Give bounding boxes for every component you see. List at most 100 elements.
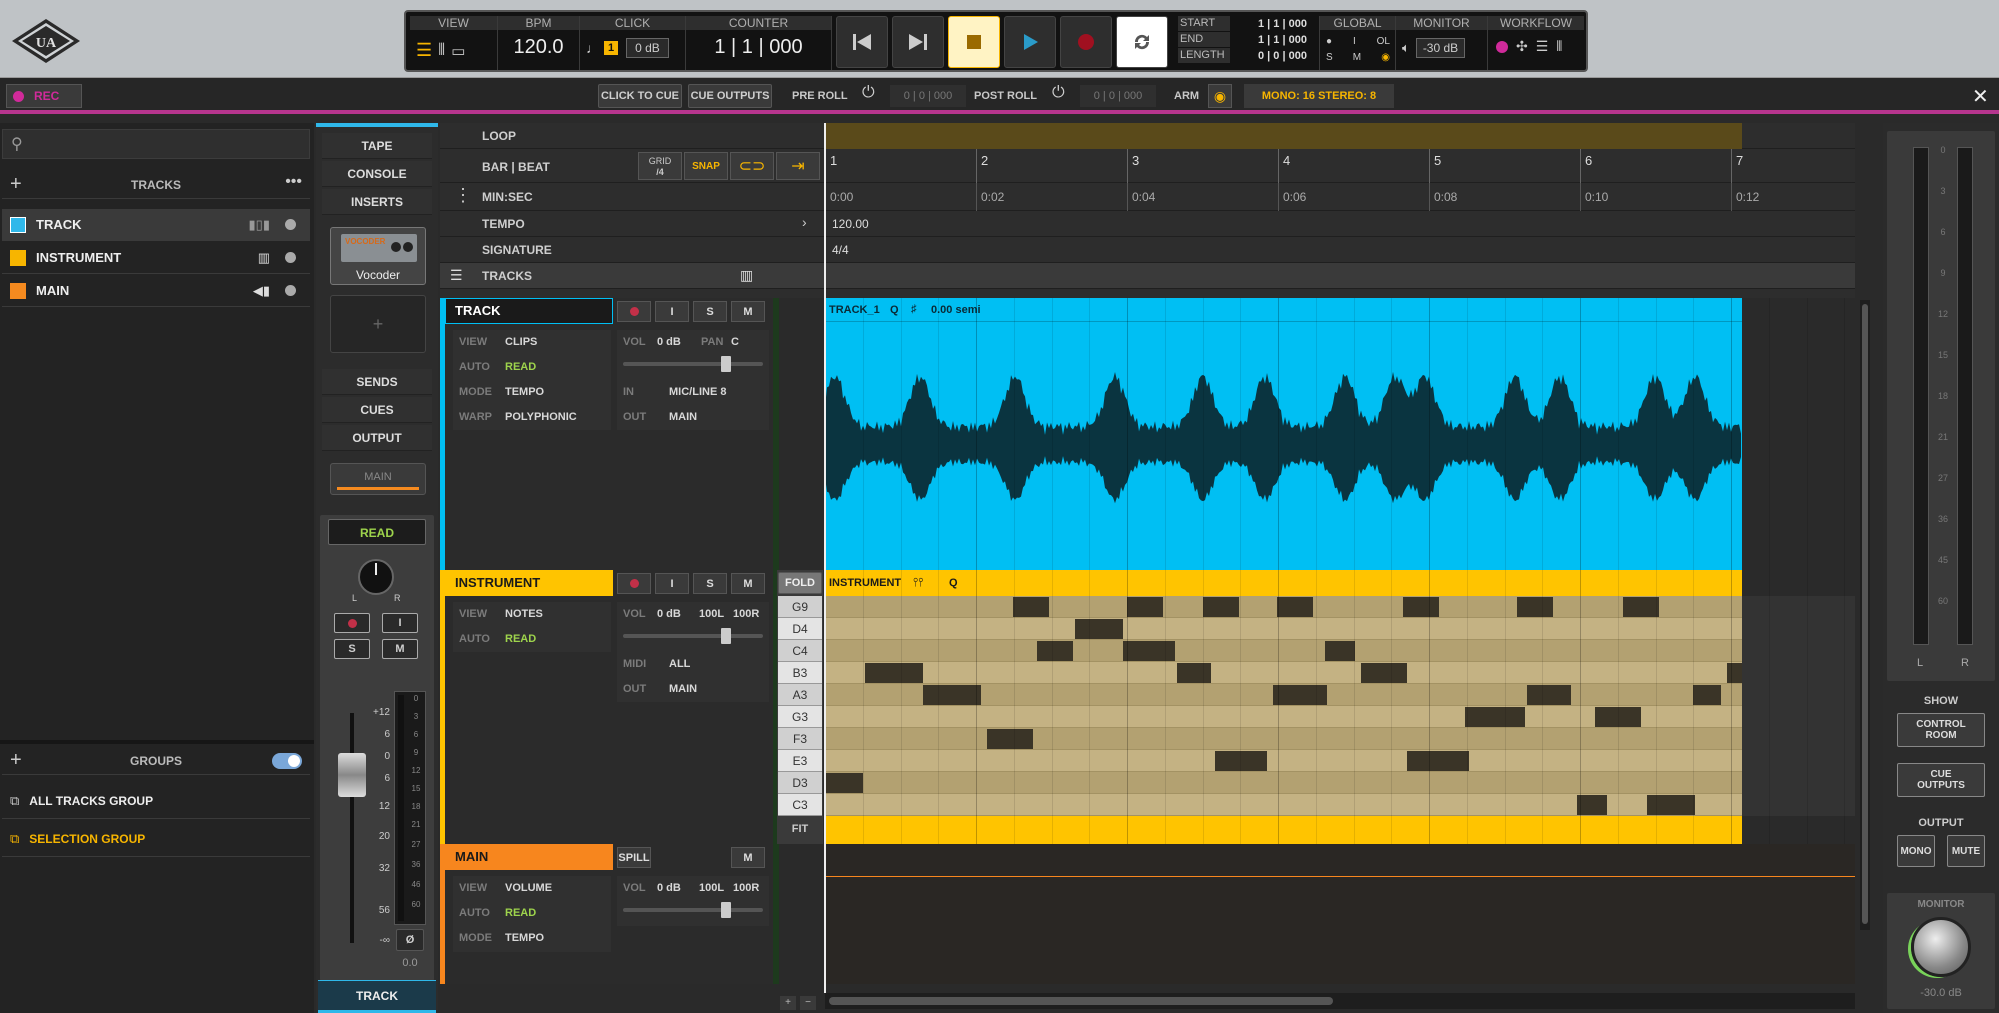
piano-key-label[interactable]: D4 (778, 618, 822, 640)
instrument-volume-slider-knob[interactable] (721, 628, 731, 644)
volume-slider-knob[interactable] (721, 356, 731, 372)
pan-knob[interactable] (358, 559, 394, 595)
monitor-level[interactable]: -30 dB (1415, 38, 1466, 58)
monitor-knob[interactable] (1911, 917, 1971, 977)
speaker-icon[interactable]: 🔈︎ (1402, 40, 1410, 56)
midi-note[interactable] (1277, 597, 1313, 617)
clip-quantize[interactable]: Q (890, 304, 899, 316)
track-list-item[interactable]: MAIN ◀▮ (2, 275, 310, 307)
list-view-icon[interactable]: ☰ (416, 40, 432, 61)
loop-button[interactable] (1116, 16, 1168, 68)
main-record-dot[interactable] (285, 285, 296, 296)
inserts-button[interactable]: INSERTS (322, 189, 432, 215)
midi-note[interactable] (1037, 641, 1073, 661)
cue-outputs-button[interactable]: CUE OUTPUTS (688, 84, 772, 108)
main-pan-r[interactable]: 100R (733, 882, 759, 894)
rec-workflow-icon[interactable] (1496, 40, 1508, 53)
vertical-scrollbar-thumb[interactable] (1862, 304, 1868, 924)
signature-value[interactable]: 4/4 (832, 243, 849, 257)
track-record-dot[interactable] (285, 219, 296, 230)
piano-key-label[interactable]: B3 (778, 662, 822, 684)
cue-outputs-show-button[interactable]: CUE OUTPUTS (1897, 763, 1985, 797)
midi-note[interactable] (987, 729, 1033, 749)
click-to-cue-button[interactable]: CLICK TO CUE (598, 84, 682, 108)
midi-edit-icon[interactable]: ⫯⫯ (913, 575, 923, 590)
clip-semi[interactable]: 0.00 semi (931, 304, 981, 316)
loop-region[interactable] (825, 123, 1742, 149)
midi-note[interactable] (1407, 751, 1469, 771)
output-button[interactable]: OUTPUT (322, 425, 432, 451)
midi-note[interactable] (1727, 663, 1742, 683)
midi-note[interactable] (865, 663, 923, 683)
fader-value[interactable]: 0.0 (396, 957, 424, 969)
piano-key-label[interactable]: C3 (778, 794, 822, 816)
midi-note[interactable] (1177, 663, 1211, 683)
midi-note[interactable] (1013, 597, 1049, 617)
instrument-record-dot[interactable] (285, 252, 296, 263)
grid-selector[interactable]: GRID /4 (638, 152, 682, 180)
piano-key-label[interactable]: A3 (778, 684, 822, 706)
midi-note[interactable] (825, 773, 863, 793)
main-view-value[interactable]: VOLUME (505, 882, 552, 894)
pan-value[interactable]: C (731, 336, 739, 348)
mix-workflow-icon[interactable]: ✣ (1516, 38, 1528, 55)
empty-insert-slot[interactable]: + (330, 295, 426, 353)
track-mute-button[interactable]: M (731, 301, 765, 322)
insert-slot[interactable]: VOCODER Vocoder (330, 227, 426, 285)
output-selector[interactable]: MAIN (330, 463, 426, 495)
instrument-record-button[interactable] (617, 573, 651, 594)
group-list-item[interactable]: ⧉ SELECTION GROUP (2, 821, 310, 857)
midi-note[interactable] (1325, 641, 1355, 661)
midi-note[interactable] (923, 685, 981, 705)
snap-button[interactable]: SNAP (684, 152, 728, 180)
midi-note[interactable] (1595, 707, 1641, 727)
midi-clip-quantize[interactable]: Q (949, 577, 958, 589)
pre-roll-power-icon[interactable]: ⏻ (862, 84, 875, 102)
screen-view-icon[interactable]: ▭ (451, 42, 465, 60)
instrument-pan-r[interactable]: 100R (733, 608, 759, 620)
search-input[interactable]: ⚲ (2, 129, 310, 159)
midi-note[interactable] (1075, 619, 1123, 639)
midi-note[interactable] (1693, 685, 1721, 705)
strip-solo-button[interactable]: S (334, 639, 370, 659)
track-height-icon[interactable]: ▥ (740, 267, 753, 284)
output-value[interactable]: MAIN (669, 411, 697, 423)
piano-key-label[interactable]: G3 (778, 706, 822, 728)
midi-note[interactable] (1123, 641, 1175, 661)
main-volume-slider[interactable] (623, 908, 763, 912)
list-workflow-icon[interactable]: ☰ (1536, 38, 1549, 55)
end-value[interactable]: 1 | 1 | 000 (1258, 32, 1307, 48)
piano-key-label[interactable]: D3 (778, 772, 822, 794)
mono-button[interactable]: MONO (1897, 835, 1935, 867)
main-mute-button[interactable]: M (731, 847, 765, 868)
fader-cap[interactable] (338, 753, 366, 797)
phase-invert-button[interactable]: Ø (396, 929, 424, 951)
tape-button[interactable]: TAPE (322, 133, 432, 159)
click-count-badge[interactable]: 1 (604, 41, 619, 55)
track-record-button[interactable] (617, 301, 651, 322)
midi-note[interactable] (1647, 795, 1695, 815)
zoom-in-icon[interactable]: + (780, 996, 796, 1010)
post-roll-power-icon[interactable]: ⏻ (1052, 84, 1065, 102)
instrument-solo-button[interactable]: S (693, 573, 727, 594)
play-button[interactable] (1004, 16, 1056, 68)
link-button[interactable]: ⊂⊃ (730, 152, 774, 180)
groups-toggle[interactable] (272, 753, 302, 769)
bpm-value[interactable]: 120.0 (498, 36, 579, 59)
fold-button[interactable]: FOLD (778, 572, 822, 594)
close-icon[interactable]: ✕ (1972, 84, 1989, 109)
post-roll-value[interactable]: 0 | 0 | 000 (1080, 85, 1156, 107)
record-button[interactable] (1060, 16, 1112, 68)
control-room-button[interactable]: CONTROL ROOM (1897, 713, 1985, 747)
midi-note[interactable] (1527, 685, 1571, 705)
midi-note[interactable] (1273, 685, 1327, 705)
counter-value[interactable]: 1 | 1 | 000 (686, 36, 831, 59)
piano-roll[interactable] (825, 596, 1742, 816)
instrument-output-value[interactable]: MAIN (669, 683, 697, 695)
strip-record-button[interactable] (334, 613, 370, 633)
auto-value[interactable]: READ (505, 361, 536, 373)
rec-mode-button[interactable]: REC (6, 84, 82, 108)
pre-roll-value[interactable]: 0 | 0 | 000 (890, 85, 966, 107)
instrument-midi-value[interactable]: ALL (669, 658, 690, 670)
rewind-button[interactable] (836, 16, 888, 68)
